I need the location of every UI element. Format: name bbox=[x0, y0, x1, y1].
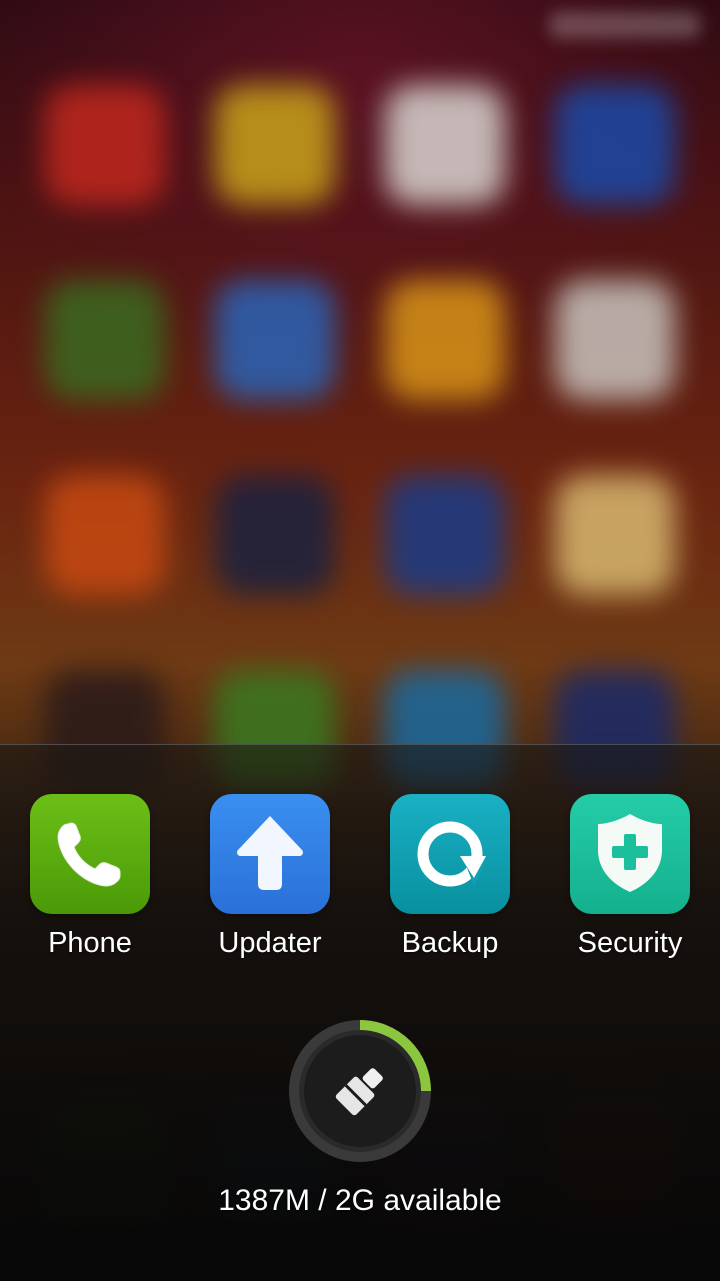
blurred-app-icon bbox=[45, 280, 165, 400]
recent-apps-panel: Phone Updater Backup Security 1387M / 2G… bbox=[0, 744, 720, 1281]
blurred-app-icon bbox=[385, 85, 505, 205]
recent-app-updater[interactable]: Updater bbox=[180, 794, 360, 960]
memory-available-text: 1387M / 2G available bbox=[218, 1184, 502, 1217]
up-arrow-icon bbox=[210, 794, 330, 914]
recent-app-label: Phone bbox=[48, 927, 132, 959]
blurred-app-icon bbox=[555, 280, 675, 400]
blurred-app-icon bbox=[215, 475, 335, 595]
blurred-app-icon bbox=[45, 475, 165, 595]
backup-icon bbox=[390, 794, 510, 914]
blurred-app-icon bbox=[215, 85, 335, 205]
recent-app-label: Security bbox=[577, 927, 683, 959]
blurred-app-icon bbox=[45, 85, 165, 205]
memory-clean-button[interactable] bbox=[285, 1016, 435, 1166]
blurred-app-icon bbox=[215, 280, 335, 400]
recent-app-phone[interactable]: Phone bbox=[0, 794, 180, 960]
blurred-app-icon bbox=[385, 280, 505, 400]
blurred-app-icon bbox=[555, 85, 675, 205]
recent-app-label: Backup bbox=[401, 927, 499, 959]
blurred-app-icon bbox=[385, 475, 505, 595]
blurred-app-icon bbox=[555, 475, 675, 595]
shield-icon bbox=[570, 794, 690, 914]
phone-icon bbox=[30, 794, 150, 914]
recent-app-backup[interactable]: Backup bbox=[360, 794, 540, 960]
recent-app-security[interactable]: Security bbox=[540, 794, 720, 960]
recent-app-label: Updater bbox=[218, 927, 322, 959]
